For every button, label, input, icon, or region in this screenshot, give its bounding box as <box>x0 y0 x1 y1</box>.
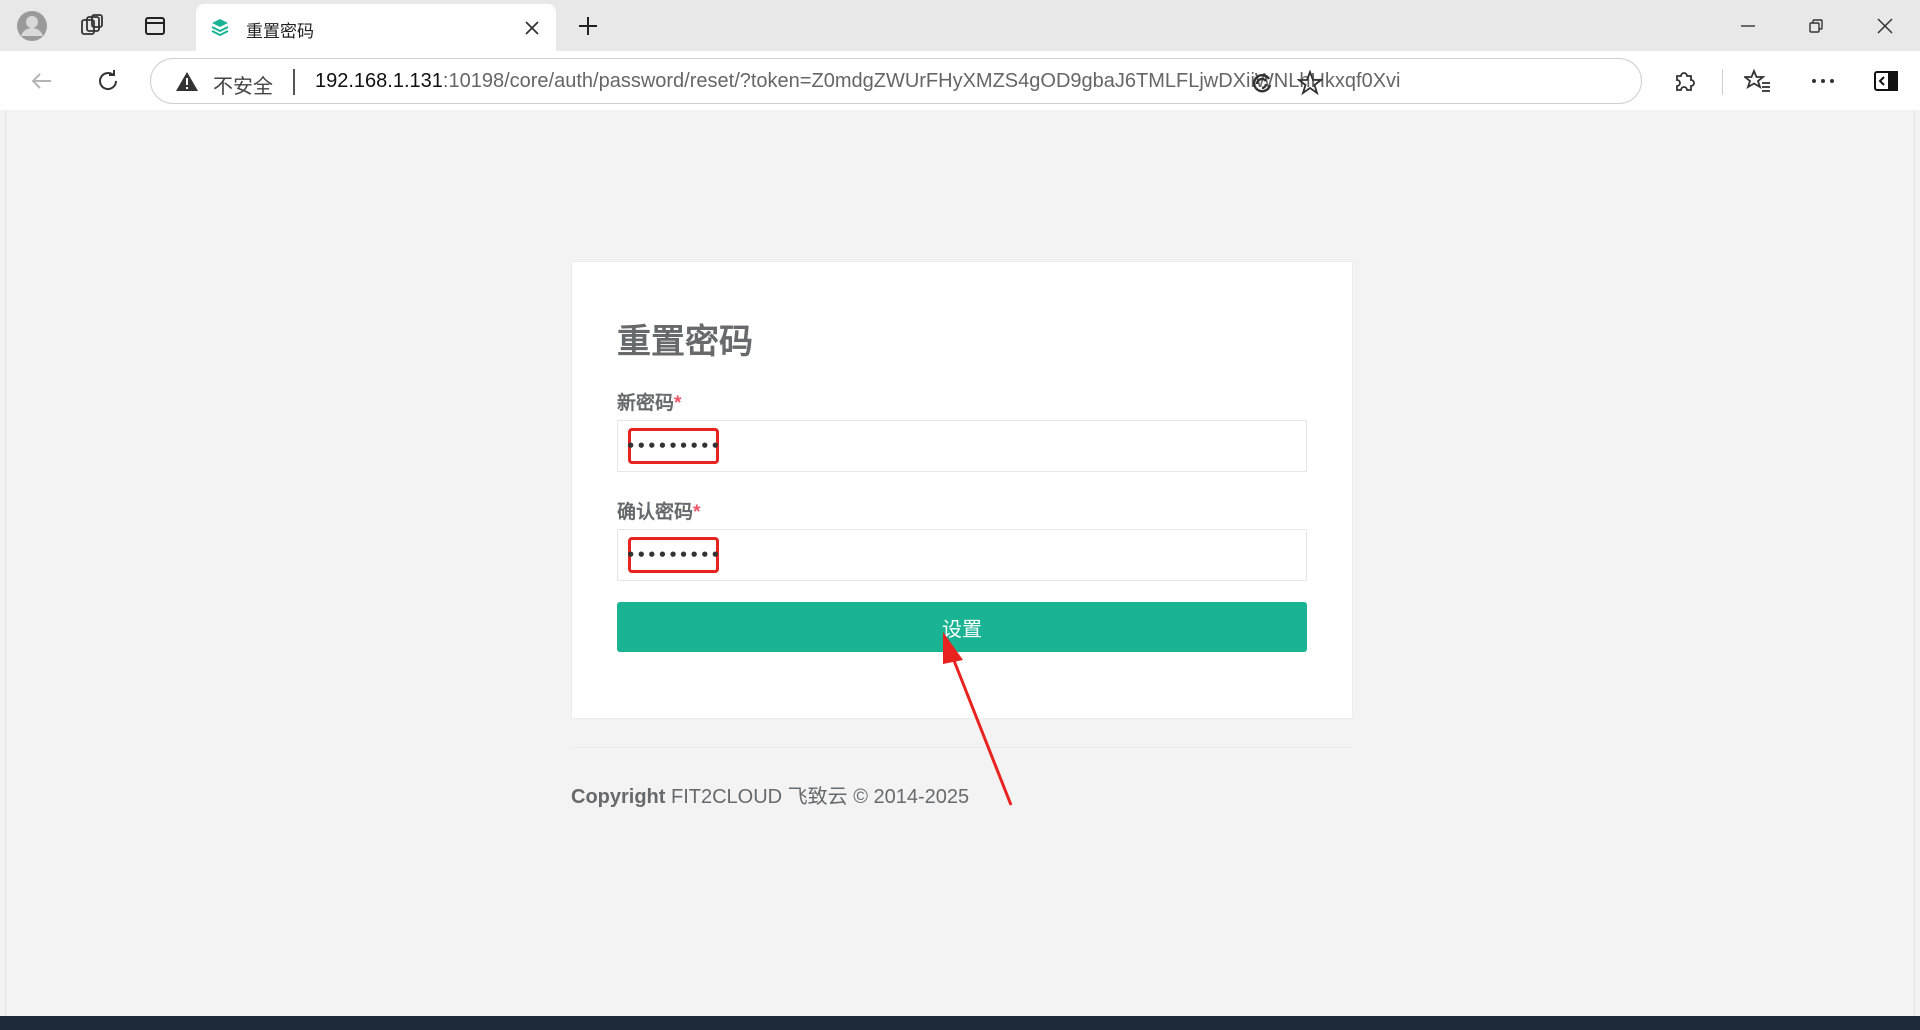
masked-password-highlight: ••••••••• <box>626 428 720 464</box>
address-bar[interactable]: 不安全 192.168.1.131:10198/core/auth/passwo… <box>150 58 1642 104</box>
browser-toolbar: 不安全 192.168.1.131:10198/core/auth/passwo… <box>0 51 1920 110</box>
tab-title: 重置密码 <box>246 22 314 41</box>
new-tab-icon[interactable] <box>570 8 606 44</box>
extensions-icon[interactable] <box>1665 61 1705 101</box>
close-tab-icon[interactable] <box>518 14 546 42</box>
favorites-icon[interactable] <box>1738 61 1778 101</box>
address-divider <box>293 69 295 95</box>
new-password-input[interactable]: ••••••••• <box>617 420 1307 472</box>
profile-avatar-icon[interactable] <box>14 8 50 44</box>
annotation-arrow-icon <box>943 632 1013 806</box>
security-status[interactable]: 不安全 <box>213 70 273 99</box>
workspaces-icon[interactable] <box>74 8 110 44</box>
close-window-icon[interactable] <box>1855 4 1915 48</box>
page-viewport: 重置密码 新密码* ••••••••• 确认密码* ••••••••• 设置 C… <box>5 110 1915 1016</box>
required-mark: * <box>674 393 682 414</box>
sidebar-toggle-icon[interactable] <box>1866 61 1906 101</box>
restore-icon[interactable] <box>1786 4 1846 48</box>
new-password-label: 新密码* <box>617 393 682 414</box>
toolbar-divider <box>1722 69 1723 95</box>
page-title: 重置密码 <box>617 323 753 361</box>
reload-button[interactable] <box>88 61 128 101</box>
required-mark: * <box>693 502 701 523</box>
browser-titlebar: 重置密码 <box>0 0 1920 51</box>
warning-icon[interactable] <box>175 70 199 94</box>
copyright-text: Copyright FIT2CLOUD 飞致云 © 2014-2025 <box>571 786 970 808</box>
minimize-icon[interactable] <box>1718 4 1778 48</box>
masked-password-highlight: ••••••••• <box>626 537 720 573</box>
confirm-password-label: 确认密码* <box>617 502 701 523</box>
site-logo-icon <box>208 16 232 40</box>
more-options-icon[interactable] <box>1803 61 1843 101</box>
url-text[interactable]: 192.168.1.131:10198/core/auth/password/r… <box>315 70 1401 93</box>
tab-active[interactable]: 重置密码 <box>196 4 556 51</box>
tab-actions-icon[interactable] <box>137 8 173 44</box>
back-button[interactable] <box>22 61 62 101</box>
read-aloud-icon[interactable] <box>1247 68 1277 98</box>
confirm-password-input[interactable]: ••••••••• <box>617 529 1307 581</box>
url-host: 192.168.1.131 <box>315 70 443 92</box>
taskbar <box>0 1016 1920 1030</box>
favorite-star-icon[interactable] <box>1295 68 1325 98</box>
